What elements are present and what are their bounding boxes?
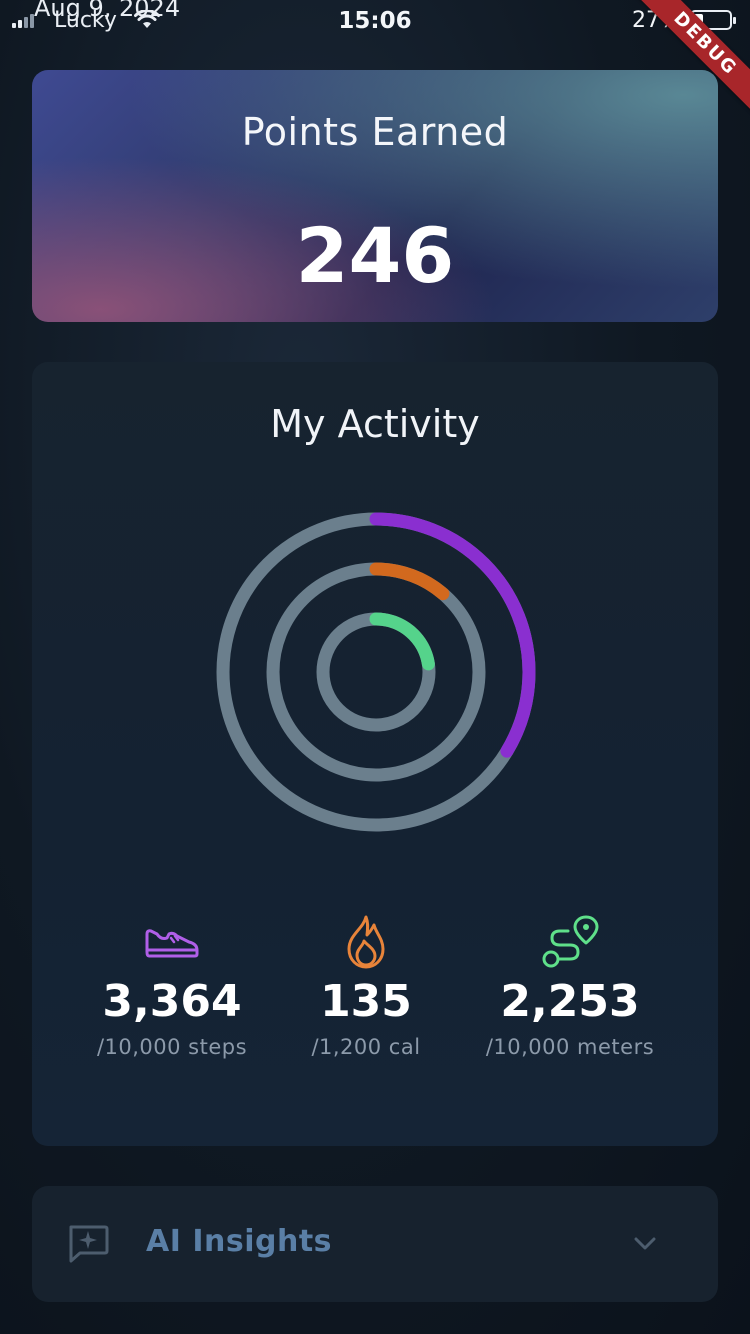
distance-value: 2,253 [500,976,640,1027]
activity-card: My Activity 3,364 /10,000 steps 135 /1,2… [32,362,718,1146]
calories-value: 135 [320,976,412,1027]
activity-title: My Activity [270,402,480,446]
steps-goal: /10,000 steps [96,1035,248,1059]
route-icon [460,912,680,972]
distance-goal: /10,000 meters [485,1035,655,1059]
calories-goal: /1,200 cal [311,1035,421,1059]
ai-insights-label: AI Insights [146,1224,333,1259]
status-bar: Lucky Aug 9, 2024 15:06 27% DEBUG [0,0,750,115]
stat-steps: 3,364 /10,000 steps [62,912,282,1059]
stat-distance: 2,253 /10,000 meters [460,912,680,1059]
sneaker-icon [62,912,282,972]
chevron-down-icon[interactable] [632,1230,658,1256]
steps-value: 3,364 [102,976,242,1027]
calories-ring-track [266,562,486,782]
activity-rings [216,512,536,832]
points-title: Points Earned [241,110,509,154]
points-card: Points Earned 246 [32,70,718,322]
flame-icon [256,912,476,972]
ai-insights-panel[interactable]: AI Insights [32,1186,718,1302]
stat-calories: 135 /1,200 cal [256,912,476,1059]
sparkle-chat-icon [69,1225,109,1263]
